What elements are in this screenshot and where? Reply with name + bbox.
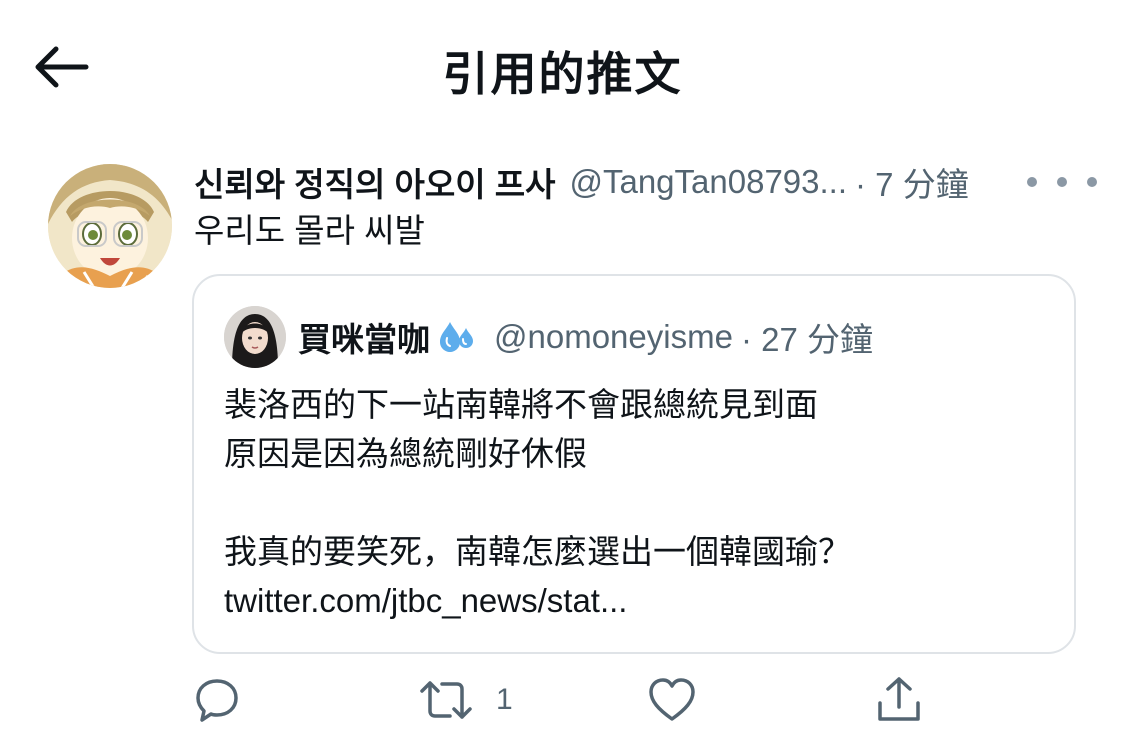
quoted-tweet-text: 裴洛西的下一站南韓將不會跟總統見到面 原因是因為總統剛好休假 我真的要笑死，南韓… [224, 380, 1044, 625]
share-button[interactable] [874, 672, 924, 728]
retweet-icon [420, 681, 472, 719]
quoted-text-line: 我真的要笑死，南韓怎麼選出一個韓國瑜？ [224, 533, 851, 570]
quoted-tweet-card[interactable]: 買咪當咖 @nomoneyisme · 27 分鐘 裴洛西的下一站南韓將不會跟總… [192, 274, 1076, 654]
quoted-tweet-time: · 27 分鐘 [740, 321, 873, 358]
more-icon [1027, 177, 1037, 187]
page-title: 引用的推文 [442, 48, 683, 100]
quoted-text-line: 原因是因為總統剛好休假 [224, 435, 587, 472]
retweet-count: 1 [496, 683, 513, 716]
quoted-avatar [224, 306, 286, 368]
share-icon [878, 677, 920, 721]
retweet-button[interactable]: 1 [418, 672, 513, 728]
reply-button[interactable] [194, 672, 262, 728]
tweet-header: 신뢰와 정직의 아오이 프사 @TangTan08793... · 7 分鐘 [194, 160, 1085, 204]
reply-icon [196, 679, 238, 722]
tweet-actions: 1 [0, 672, 1125, 728]
quoted-tweet-header: 買咪當咖 @nomoneyisme · 27 分鐘 [298, 312, 873, 362]
tweet-text: 우리도 몰라 씨발 [194, 212, 425, 249]
tweet-time[interactable]: · 7 分鐘 [855, 158, 969, 206]
display-name[interactable]: 신뢰와 정직의 아오이 프사 [194, 158, 555, 206]
tweet-detail-page: 引用的推文 신뢰와 정직의 아오이 프사 @TangTan08793... · … [0, 0, 1125, 739]
quoted-link[interactable]: twitter.com/jtbc_news/stat... [224, 576, 1044, 625]
sweat-droplets-icon [440, 322, 473, 352]
user-handle[interactable]: @TangTan08793... [569, 163, 847, 201]
quoted-user-handle: @nomoneyisme [494, 318, 733, 355]
quoted-avatar-image [224, 306, 286, 368]
like-icon [649, 678, 695, 721]
quoted-text-line [224, 478, 1044, 527]
more-icon-dot [1087, 177, 1097, 187]
quoted-display-name: 買咪當咖 [298, 321, 430, 358]
like-button[interactable] [648, 672, 718, 728]
more-button[interactable] [1027, 172, 1097, 192]
more-icon-dot [1057, 177, 1067, 187]
quoted-text-line: 裴洛西的下一站南韓將不會跟總統見到面 [224, 386, 818, 423]
avatar-image [48, 164, 172, 288]
avatar[interactable] [48, 164, 172, 288]
